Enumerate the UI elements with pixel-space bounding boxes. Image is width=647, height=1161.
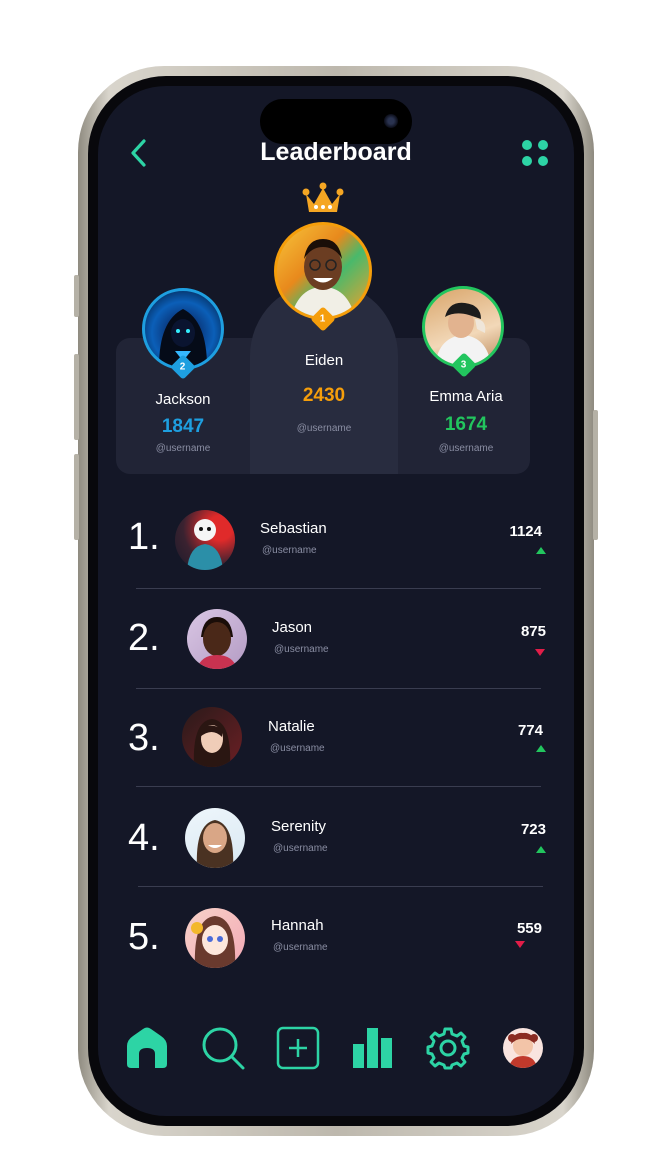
rank-number: 5. — [128, 916, 160, 958]
trend-up-icon — [536, 846, 546, 853]
avatar — [182, 707, 242, 767]
nav-home[interactable] — [125, 1026, 169, 1070]
divider — [136, 688, 541, 689]
profile-avatar[interactable] — [503, 1028, 543, 1068]
podium-score-eiden: 2430 — [302, 385, 346, 406]
podium-score-emma-aria: 1674 — [444, 414, 488, 435]
search-icon — [202, 1027, 245, 1070]
nav-settings[interactable] — [426, 1026, 470, 1070]
list-item[interactable]: 2. Jason @username 875 — [98, 591, 574, 681]
smiling-man-image — [291, 239, 355, 317]
avatar — [185, 808, 245, 868]
list-name: Jason — [272, 619, 313, 636]
app-screen: Leaderboard 2 1 3 Jackson 1847 @username… — [98, 86, 574, 1116]
podium-avatar-eiden[interactable] — [274, 222, 372, 320]
nav-stats[interactable] — [351, 1026, 395, 1070]
avatar — [185, 908, 245, 968]
grid-menu-icon[interactable] — [522, 140, 548, 166]
trend-up-icon — [536, 745, 546, 752]
podium-name-emma-aria: Emma Aria — [429, 388, 503, 405]
nav-search[interactable] — [201, 1026, 245, 1070]
rank-number: 3. — [128, 717, 160, 759]
podium-username-eiden: @username — [296, 423, 352, 434]
list-username: @username — [274, 644, 329, 655]
divider — [136, 786, 541, 787]
list-username: @username — [273, 843, 328, 854]
home-icon — [127, 1027, 167, 1068]
trend-down-icon — [515, 941, 525, 948]
rank-number: 4. — [128, 817, 160, 859]
list-username: @username — [273, 942, 328, 953]
settings-icon — [426, 1027, 470, 1070]
list-item[interactable]: 5. Hannah @username 559 — [98, 890, 574, 980]
list-item[interactable]: 4. Serenity @username 723 — [98, 790, 574, 880]
crown-icon — [302, 182, 344, 212]
add-icon — [276, 1026, 320, 1070]
trend-up-icon — [536, 547, 546, 554]
list-score: 1124 — [509, 523, 542, 540]
list-username: @username — [270, 743, 325, 754]
list-score: 774 — [517, 722, 543, 739]
divider — [136, 588, 541, 589]
phone-volume-down-button — [74, 454, 79, 540]
page-title: Leaderboard — [260, 138, 412, 166]
podium-name-eiden: Eiden — [304, 352, 344, 369]
phone-power-button — [593, 410, 598, 540]
avatar — [187, 609, 247, 669]
list-item[interactable]: 1. Sebastian @username 1124 — [98, 492, 574, 582]
rank-number: 2. — [128, 617, 160, 659]
trend-down-icon — [535, 649, 545, 656]
list-name: Sebastian — [260, 520, 327, 537]
stats-icon — [353, 1028, 392, 1068]
profile-avatar-image — [508, 1032, 538, 1068]
list-item[interactable]: 3. Natalie @username 774 — [98, 691, 574, 781]
phone-volume-up-button — [74, 354, 79, 440]
list-name: Serenity — [271, 818, 327, 835]
list-username: @username — [262, 545, 317, 556]
podium-username-jackson: @username — [155, 443, 211, 454]
rank-number: 1. — [128, 516, 160, 558]
list-score: 875 — [520, 623, 546, 640]
list-name: Natalie — [268, 718, 315, 735]
front-camera — [384, 114, 398, 128]
podium-name-jackson: Jackson — [155, 391, 211, 408]
divider — [138, 886, 543, 887]
list-score: 723 — [520, 821, 546, 838]
avatar — [175, 510, 235, 570]
podium-score-jackson: 1847 — [161, 416, 205, 437]
list-score: 559 — [516, 920, 542, 937]
phone-action-button — [74, 275, 79, 317]
podium-username-emma-aria: @username — [438, 443, 494, 454]
nav-add[interactable] — [276, 1026, 320, 1070]
list-name: Hannah — [271, 917, 324, 934]
